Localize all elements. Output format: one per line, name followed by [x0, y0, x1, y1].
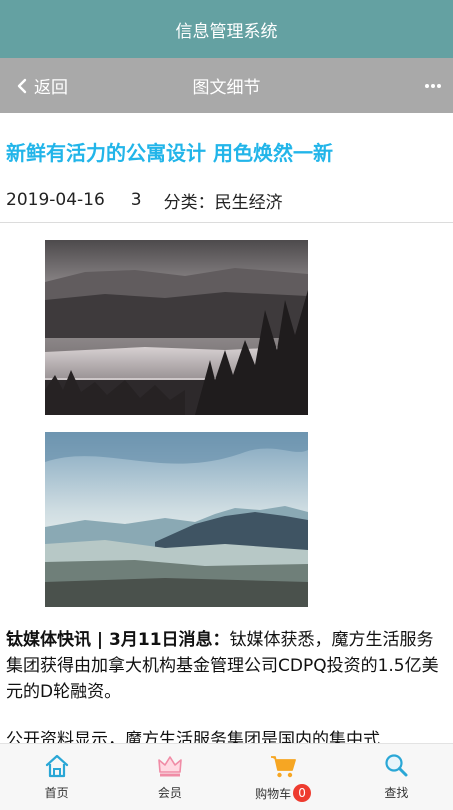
- divider: [0, 222, 453, 223]
- back-label: 返回: [34, 78, 68, 98]
- article-content[interactable]: 新鲜有活力的公寓设计 用色焕然一新 2019-04-16 3 分类：民生经济 钛…: [0, 113, 453, 743]
- app-header: 信息管理系统: [0, 0, 453, 58]
- crown-icon: [158, 756, 182, 777]
- tab-home-label: 首页: [44, 786, 69, 800]
- cart-icon: [271, 756, 297, 778]
- article-date: 2019-04-16: [6, 190, 105, 210]
- tab-cart-text: 购物车: [255, 786, 292, 801]
- article-image-lake: [45, 240, 308, 415]
- app-title: 信息管理系统: [175, 21, 278, 42]
- bottom-tabbar: 首页 会员 购物车 0 查找: [0, 743, 453, 810]
- more-button[interactable]: [423, 76, 443, 96]
- article-paragraph-2: 公开资料显示，魔方生活服务集团是国内的集中式: [6, 730, 380, 743]
- tab-member-label: 会员: [157, 786, 182, 800]
- article-count: 3: [130, 190, 142, 210]
- article-meta: 2019-04-16 3 分类：民生经济: [6, 185, 453, 215]
- paragraph-lead: 钛媒体快讯 | 3月11日消息：: [6, 630, 230, 650]
- article-paragraph-1: 钛媒体快讯 | 3月11日消息：钛媒体获悉，魔方生活服务集团获得由加拿大机构基金…: [6, 627, 445, 705]
- cart-badge: 0: [293, 784, 312, 802]
- home-icon: [45, 754, 68, 778]
- tab-cart-label: 购物车 0: [255, 784, 312, 802]
- article-category: 分类：民生经济: [163, 192, 283, 213]
- tab-member[interactable]: 会员: [113, 744, 226, 810]
- chevron-left-icon: [17, 78, 27, 93]
- tab-search[interactable]: 查找: [340, 744, 453, 810]
- article-image-valley: [45, 432, 308, 607]
- tab-cart[interactable]: 购物车 0: [227, 744, 340, 810]
- back-button[interactable]: 返回: [14, 58, 68, 113]
- tab-search-label: 查找: [384, 786, 409, 800]
- nav-bar: 返回 图文细节: [0, 58, 453, 113]
- article-title: 新鲜有活力的公寓设计 用色焕然一新: [6, 141, 333, 165]
- tab-home[interactable]: 首页: [0, 744, 113, 810]
- more-dots-icon: [425, 84, 441, 88]
- search-icon: [385, 754, 408, 777]
